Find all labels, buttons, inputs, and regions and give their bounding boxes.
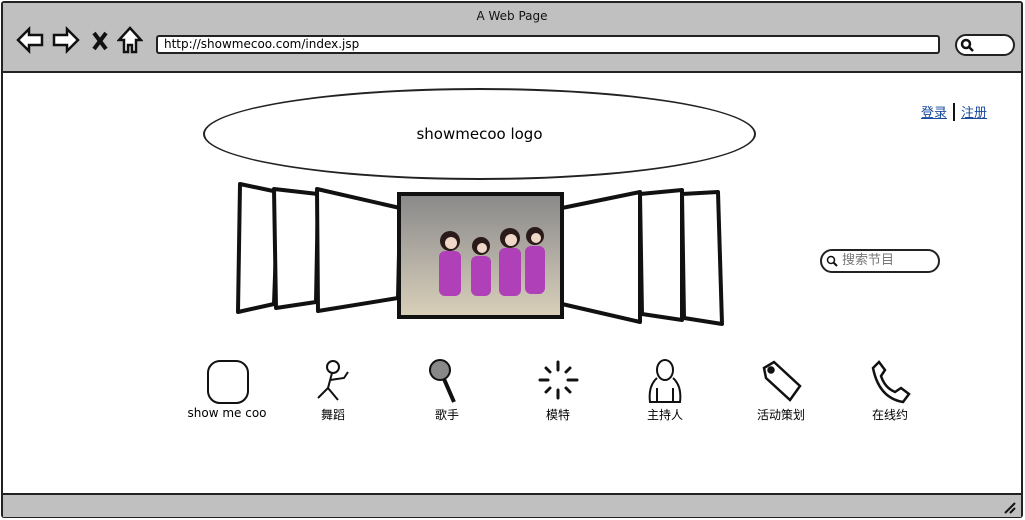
cover-right-1: [560, 190, 642, 324]
cover-right-2: [638, 188, 684, 322]
sparkle-icon: [538, 360, 579, 400]
category-model[interactable]: 模特: [508, 358, 608, 423]
cover-right-3: [680, 190, 724, 326]
category-label: 模特: [545, 408, 570, 422]
cover-left-1: [236, 182, 280, 314]
logo-text: showmecoo logo: [416, 125, 543, 143]
back-icon[interactable]: [15, 25, 45, 55]
category-showmecoo[interactable]: show me coo: [177, 358, 277, 420]
category-label: 在线约: [871, 408, 908, 422]
category-label: show me coo: [187, 406, 267, 420]
resize-grip-icon[interactable]: [1001, 499, 1017, 515]
url-bar[interactable]: http://showmecoo.com/index.jsp: [156, 35, 940, 54]
category-label: 主持人: [646, 408, 683, 422]
search-placeholder: 搜索节目: [842, 253, 895, 268]
site-logo[interactable]: showmecoo logo: [203, 88, 756, 180]
status-bar: [3, 493, 1021, 517]
microphone-icon: [429, 359, 456, 403]
category-online-booking[interactable]: 在线约: [840, 358, 940, 423]
category-label: 舞蹈: [320, 408, 345, 422]
tag-icon: [762, 360, 802, 402]
category-event-planning[interactable]: 活动策划: [731, 358, 831, 423]
photo-performers: [439, 227, 545, 296]
program-search-input[interactable]: 搜索节目: [820, 249, 940, 273]
phone-icon: [871, 360, 911, 404]
running-person-icon: [317, 360, 349, 401]
cover-left-3: [315, 187, 402, 313]
register-link[interactable]: 注册: [961, 102, 987, 121]
forward-icon[interactable]: [51, 25, 81, 55]
category-singer[interactable]: 歌手: [397, 358, 497, 423]
home-icon[interactable]: [117, 25, 143, 55]
person-icon: [648, 359, 682, 403]
auth-links: 登录 注册: [921, 102, 987, 121]
stop-icon[interactable]: [89, 25, 111, 55]
browser-search-button[interactable]: [955, 34, 1015, 56]
divider: [953, 102, 956, 121]
category-label: 活动策划: [756, 408, 805, 422]
cover-left-2: [272, 187, 320, 310]
category-label: 歌手: [434, 408, 459, 422]
category-host[interactable]: 主持人: [615, 358, 715, 423]
featured-photo[interactable]: [397, 192, 564, 319]
login-link[interactable]: 登录: [921, 102, 947, 121]
search-icon: [826, 255, 838, 267]
browser-chrome: A Web Page http://showmecoo.com/index.js…: [3, 3, 1021, 73]
rounded-square-icon: [207, 360, 249, 404]
window-title: A Web Page: [476, 9, 548, 23]
search-icon: [960, 38, 974, 52]
category-dance[interactable]: 舞蹈: [283, 358, 383, 423]
